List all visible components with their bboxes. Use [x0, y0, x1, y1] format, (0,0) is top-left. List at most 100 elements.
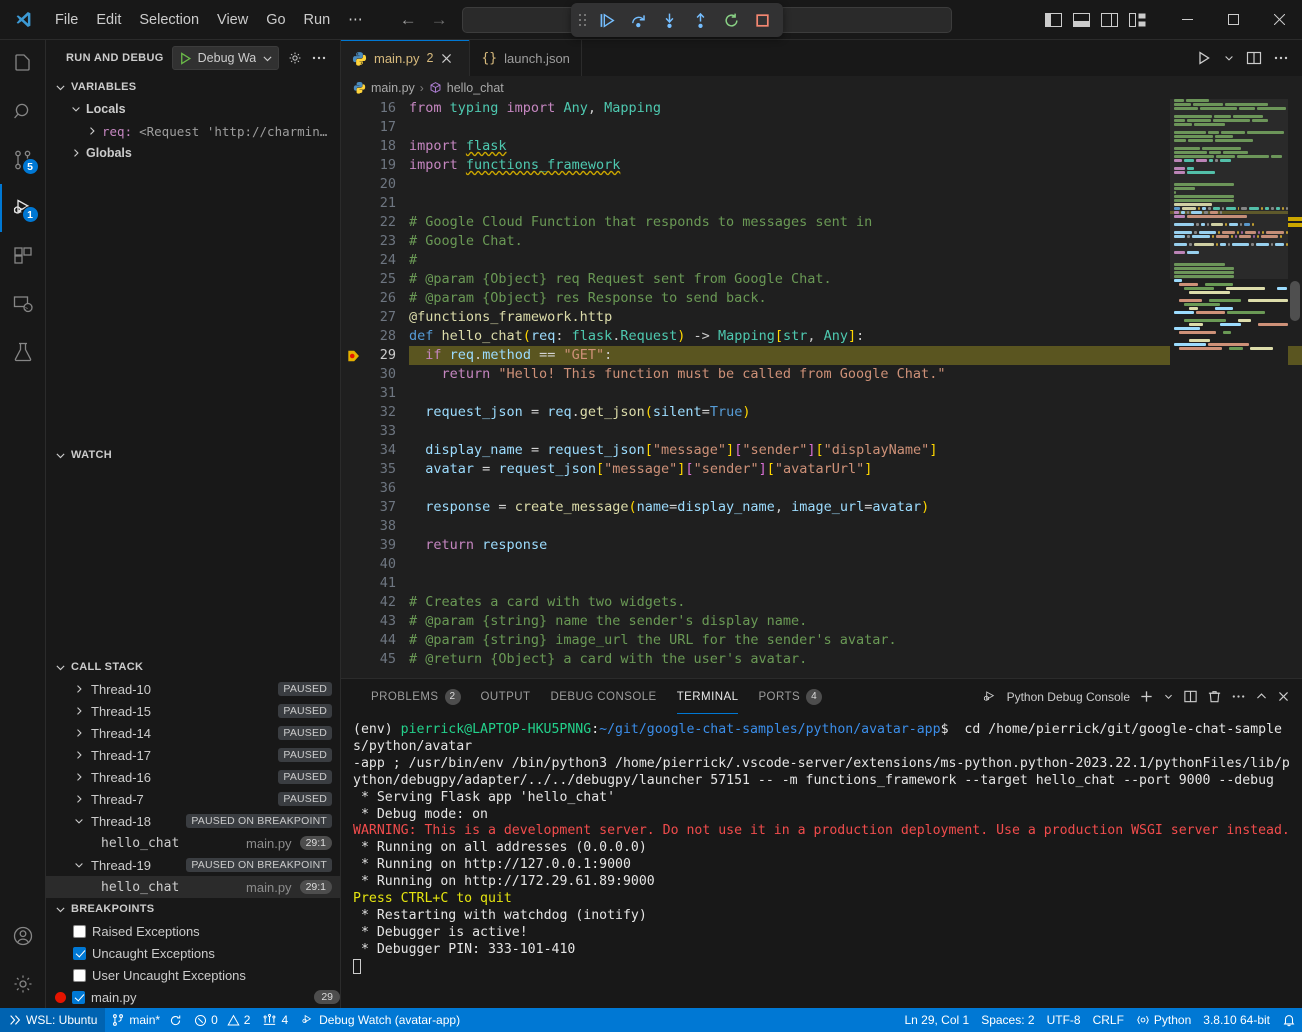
activity-item-source-control[interactable]: 5 [0, 136, 46, 184]
callstack-thread-row[interactable]: Thread-17 PAUSED [46, 744, 340, 766]
close-panel-icon[interactable] [1277, 690, 1290, 703]
callstack-thread-row[interactable]: Thread-18 PAUSED ON BREAKPOINT [46, 810, 340, 832]
chevron-down-icon[interactable] [261, 52, 274, 65]
debug-step-over-button[interactable] [624, 7, 652, 33]
menu-more[interactable]: ⋯ [339, 8, 372, 32]
window-maximize-button[interactable] [1210, 0, 1256, 40]
code-line[interactable]: import flask [409, 137, 1302, 156]
code-line[interactable]: display_name = request_json["message"]["… [409, 441, 1302, 460]
status-notifications[interactable] [1276, 1008, 1302, 1032]
breakpoint-checkbox[interactable] [72, 991, 85, 1004]
panel-tab-problems[interactable]: PROBLEMS 2 [361, 679, 471, 714]
code-line[interactable]: # Google Cloud Function that responds to… [409, 213, 1302, 232]
activity-item-explorer[interactable] [0, 40, 46, 88]
menu-view[interactable]: View [208, 8, 257, 32]
menu-selection[interactable]: Selection [130, 8, 208, 32]
terminal-cursor[interactable] [353, 959, 1292, 977]
toggle-primary-sidebar-icon[interactable] [1045, 13, 1062, 27]
breakpoint-row-mainpy[interactable]: main.py 29 [46, 986, 340, 1008]
editor-more-actions-icon[interactable] [1273, 50, 1289, 66]
debug-step-out-button[interactable] [686, 7, 714, 33]
status-remote-indicator[interactable]: WSL: Ubuntu [0, 1008, 105, 1032]
kill-terminal-icon[interactable] [1207, 689, 1222, 704]
go-forward-icon[interactable]: → [431, 11, 448, 28]
code-line[interactable] [409, 118, 1302, 137]
callstack-frame-row[interactable]: hello_chat main.py 29:1 [46, 832, 340, 854]
menu-go[interactable]: Go [257, 8, 294, 32]
code-editor[interactable]: 1617181920212223242526272829303132333435… [341, 99, 1302, 678]
split-terminal-icon[interactable] [1183, 689, 1198, 704]
panel-tab-output[interactable]: OUTPUT [471, 679, 541, 714]
code-line[interactable]: return response [409, 536, 1302, 555]
sync-icon[interactable] [169, 1014, 182, 1027]
open-launchjson-gear-icon[interactable] [287, 50, 303, 66]
status-problems[interactable]: 0 2 [188, 1008, 256, 1032]
activity-item-accounts[interactable] [0, 912, 46, 960]
drag-handle-icon[interactable] [578, 10, 588, 30]
code-line[interactable] [409, 517, 1302, 536]
status-python-interpreter[interactable]: 3.8.10 64-bit [1197, 1008, 1276, 1032]
panel-more-actions-icon[interactable] [1231, 689, 1246, 704]
code-line[interactable]: def hello_chat(req: flask.Request) -> Ma… [409, 327, 1302, 346]
run-python-file-icon[interactable] [1196, 50, 1212, 66]
editor-minimap[interactable] [1170, 99, 1288, 678]
maximize-panel-icon[interactable] [1255, 690, 1268, 703]
code-line[interactable]: # @param {string} name the sender's disp… [409, 612, 1302, 631]
chevron-down-icon[interactable] [1163, 691, 1174, 702]
status-indentation[interactable]: Spaces: 2 [975, 1008, 1040, 1032]
code-line[interactable] [409, 479, 1302, 498]
callstack-thread-row[interactable]: Thread-16 PAUSED [46, 766, 340, 788]
breadcrumb-symbol[interactable]: hello_chat [447, 81, 504, 95]
code-line[interactable]: from typing import Any, Mapping [409, 99, 1302, 118]
window-close-button[interactable] [1256, 0, 1302, 40]
activity-item-run-and-debug[interactable]: 1 [0, 184, 46, 232]
customize-layout-icon[interactable] [1129, 13, 1146, 27]
tab-launch-json[interactable]: {} launch.json [470, 40, 581, 76]
breakpoint-row-raised-exceptions[interactable]: Raised Exceptions [46, 920, 340, 942]
panel-tab-ports[interactable]: PORTS 4 [748, 679, 832, 714]
activity-item-extensions[interactable] [0, 232, 46, 280]
code-line[interactable]: @functions_framework.http [409, 308, 1302, 327]
code-line[interactable]: # Creates a card with two widgets. [409, 593, 1302, 612]
breakpoint-checkbox[interactable] [73, 925, 86, 938]
active-terminal-name[interactable]: Python Debug Console [1007, 690, 1130, 704]
breakpoint-row-uncaught-exceptions[interactable]: Uncaught Exceptions [46, 942, 340, 964]
window-minimize-button[interactable] [1164, 0, 1210, 40]
status-editor-position[interactable]: Ln 29, Col 1 [898, 1008, 975, 1032]
status-debug-session[interactable]: Debug Watch (avatar-app) [294, 1008, 466, 1032]
panel-tab-debug-console[interactable]: DEBUG CONSOLE [541, 679, 667, 714]
callstack-thread-row[interactable]: Thread-7 PAUSED [46, 788, 340, 810]
minimap-slider[interactable] [1170, 99, 1288, 279]
callstack-frame-row-selected[interactable]: hello_chat main.py 29:1 [46, 876, 340, 898]
activity-item-search[interactable] [0, 88, 46, 136]
menu-edit[interactable]: Edit [87, 8, 130, 32]
code-line[interactable]: # @param {Object} res Response to send b… [409, 289, 1302, 308]
code-line[interactable]: return "Hello! This function must be cal… [409, 365, 1302, 384]
start-debugging-icon[interactable] [178, 51, 193, 66]
panel-tab-terminal[interactable]: TERMINAL [667, 679, 749, 714]
activity-item-testing[interactable] [0, 328, 46, 376]
callstack-thread-row[interactable]: Thread-10 PAUSED [46, 678, 340, 700]
tab-main-py[interactable]: main.py 2 [341, 40, 470, 76]
code-lines[interactable]: from typing import Any, Mapping import f… [409, 99, 1302, 678]
new-terminal-icon[interactable] [1139, 689, 1154, 704]
debug-stop-button[interactable] [748, 7, 776, 33]
code-line[interactable]: request_json = req.get_json(silent=True) [409, 403, 1302, 422]
debug-continue-button[interactable] [593, 7, 621, 33]
code-line[interactable]: if req.method == "GET": [409, 346, 1302, 365]
callstack-thread-row[interactable]: Thread-19 PAUSED ON BREAKPOINT [46, 854, 340, 876]
variables-section-header[interactable]: VARIABLES [46, 76, 340, 98]
breakpoint-checkbox[interactable] [73, 947, 86, 960]
code-line[interactable] [409, 194, 1302, 213]
chevron-down-icon[interactable] [1223, 52, 1235, 64]
status-ports[interactable]: 4 [256, 1008, 294, 1032]
code-line[interactable] [409, 175, 1302, 194]
status-language-mode[interactable]: Python [1130, 1008, 1197, 1032]
callstack-thread-row[interactable]: Thread-15 PAUSED [46, 700, 340, 722]
sidebar-more-actions-icon[interactable] [311, 50, 327, 66]
editor-gutter[interactable]: 1617181920212223242526272829303132333435… [341, 99, 409, 678]
menu-run[interactable]: Run [295, 8, 340, 32]
callstack-thread-row[interactable]: Thread-14 PAUSED [46, 722, 340, 744]
toggle-secondary-sidebar-icon[interactable] [1101, 13, 1118, 27]
launch-configuration-select[interactable]: Debug Wa [172, 46, 280, 70]
